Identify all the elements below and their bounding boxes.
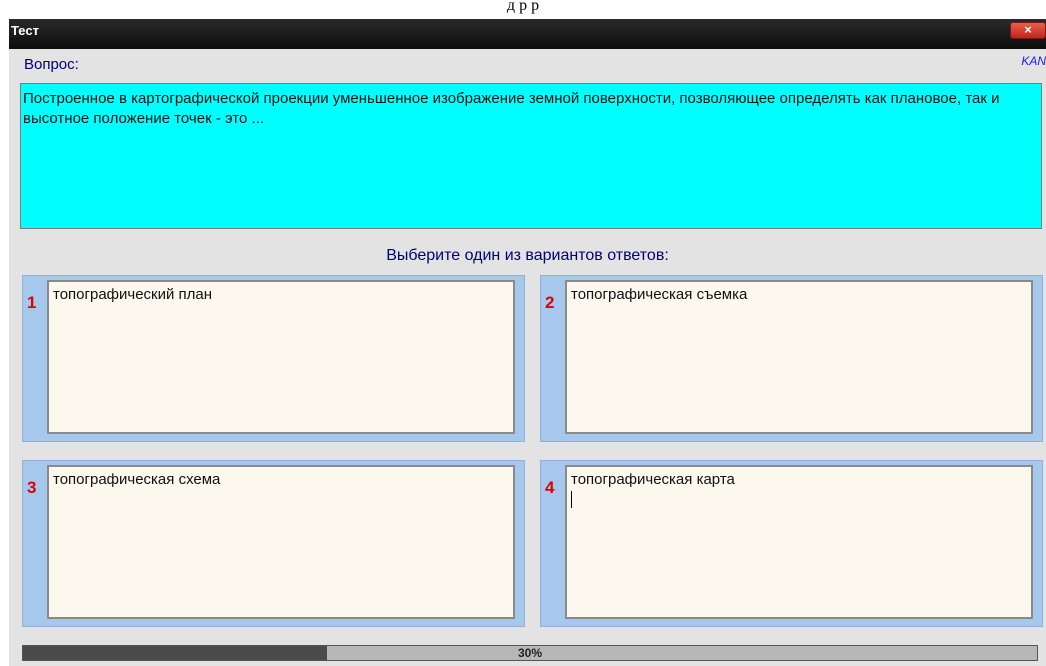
answer-text: топографическая съемка: [571, 286, 748, 303]
answer-option-3[interactable]: 3 топографическая схема: [22, 460, 525, 627]
close-button[interactable]: ×: [1010, 22, 1046, 39]
close-icon: ×: [1024, 22, 1032, 37]
answer-number: 3: [27, 478, 37, 497]
answer-number: 2: [545, 293, 555, 312]
question-label: Вопрос:: [24, 56, 79, 73]
question-text: Построенное в картографической проекции …: [20, 83, 1042, 229]
answer-text-box[interactable]: топографическая карта: [565, 465, 1033, 619]
progress-bar: 30%: [22, 645, 1038, 661]
answer-text-box[interactable]: топографическая съемка: [565, 280, 1033, 434]
answers-prompt: Выберите один из вариантов ответов:: [386, 247, 669, 264]
answer-number: 4: [545, 478, 555, 497]
title-bar: Тест ×: [9, 19, 1046, 49]
answer-text: топографическая карта: [571, 471, 735, 488]
answer-text: топографическая схема: [53, 471, 221, 488]
answer-text: топографический план: [53, 286, 213, 303]
answer-option-1[interactable]: 1 топографический план: [22, 275, 525, 442]
corner-tag: KAN: [1021, 54, 1046, 68]
answer-option-4[interactable]: 4 топографическая карта: [540, 460, 1043, 627]
answer-number: 1: [27, 293, 37, 312]
progress-label: 30%: [517, 646, 543, 660]
test-window: Тест × Вопрос: KAN Построенное в картогр…: [9, 19, 1046, 666]
text-caret: [571, 491, 572, 508]
window-title: Тест: [11, 23, 39, 38]
background-text: д р р: [0, 0, 1046, 20]
answer-text-box[interactable]: топографический план: [47, 280, 515, 434]
answer-text-box[interactable]: топографическая схема: [47, 465, 515, 619]
answer-option-2[interactable]: 2 топографическая съемка: [540, 275, 1043, 442]
